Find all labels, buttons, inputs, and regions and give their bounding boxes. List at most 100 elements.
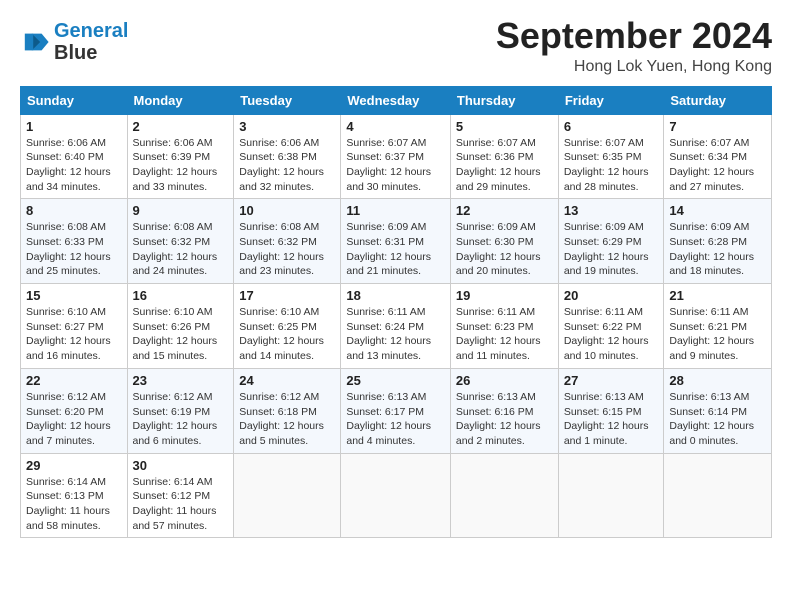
calendar-cell: 23Sunrise: 6:12 AM Sunset: 6:19 PM Dayli… [127,368,234,453]
logo-name: General [54,20,128,42]
day-info: Sunrise: 6:09 AM Sunset: 6:30 PM Dayligh… [456,220,553,279]
calendar-cell: 12 Sunrise: 6:09 AM Sunset: 6:30 PM Dayli… [450,199,558,284]
day-info: Sunrise: 6:07 AM Sunset: 6:34 PM Dayligh… [669,136,766,195]
calendar-cell [450,453,558,538]
day-info: Sunrise: 6:14 AM Sunset: 6:12 PM Dayligh… [133,475,229,534]
calendar-cell [558,453,664,538]
day-number: 11 [346,203,445,218]
day-number: 14 [669,203,766,218]
calendar-cell: 17 Sunrise: 6:10 AM Sunset: 6:25 PM Dayli… [234,284,341,369]
day-info: Sunrise: 6:07 AM Sunset: 6:35 PM Dayligh… [564,136,659,195]
calendar-cell: 11 Sunrise: 6:09 AM Sunset: 6:31 PM Dayli… [341,199,451,284]
weekday-header-row: SundayMondayTuesdayWednesdayThursdayFrid… [21,86,772,114]
calendar-page: General Blue September 2024 Hong Lok Yue… [0,0,792,612]
day-number: 21 [669,288,766,303]
day-info: Sunrise: 6:09 AM Sunset: 6:28 PM Dayligh… [669,220,766,279]
day-number: 5 [456,119,553,134]
day-number: 16 [133,288,229,303]
calendar-cell: 9 Sunrise: 6:08 AM Sunset: 6:32 PM Daylig… [127,199,234,284]
weekday-header-friday: Friday [558,86,664,114]
day-info: Sunrise: 6:06 AM Sunset: 6:39 PM Dayligh… [133,136,229,195]
day-number: 23 [133,373,229,388]
day-info: Sunrise: 6:09 AM Sunset: 6:31 PM Dayligh… [346,220,445,279]
day-info: Sunrise: 6:07 AM Sunset: 6:36 PM Dayligh… [456,136,553,195]
day-number: 25 [346,373,445,388]
calendar-cell: 30 Sunrise: 6:14 AM Sunset: 6:12 PM Dayli… [127,453,234,538]
calendar-cell: 8 Sunrise: 6:08 AM Sunset: 6:33 PM Daylig… [21,199,128,284]
day-number: 6 [564,119,659,134]
calendar-cell: 27 Sunrise: 6:13 AM Sunset: 6:15 PM Dayli… [558,368,664,453]
day-number: 30 [133,458,229,473]
day-info: Sunrise: 6:13 AM Sunset: 6:15 PM Dayligh… [564,390,659,449]
day-number: 1 [26,119,122,134]
day-number: 17 [239,288,335,303]
calendar-week-row: 15 Sunrise: 6:10 AM Sunset: 6:27 PM Dayli… [21,284,772,369]
calendar-cell: 16 Sunrise: 6:10 AM Sunset: 6:26 PM Dayli… [127,284,234,369]
day-info: Sunrise: 6:13 AM Sunset: 6:14 PM Dayligh… [669,390,766,449]
day-number: 26 [456,373,553,388]
day-number: 24 [239,373,335,388]
day-number: 19 [456,288,553,303]
weekday-header-saturday: Saturday [664,86,772,114]
day-info: Sunrise: 6:11 AM Sunset: 6:21 PM Dayligh… [669,305,766,364]
calendar-cell: 1 Sunrise: 6:06 AM Sunset: 6:40 PM Daylig… [21,114,128,199]
calendar-cell: 24 Sunrise: 6:12 AM Sunset: 6:18 PM Dayli… [234,368,341,453]
day-number: 9 [133,203,229,218]
day-info: Sunrise: 6:13 AM Sunset: 6:17 PM Dayligh… [346,390,445,449]
day-number: 12 [456,203,553,218]
day-info: Sunrise: 6:08 AM Sunset: 6:33 PM Dayligh… [26,220,122,279]
day-info: Sunrise: 6:12 AM Sunset: 6:18 PM Dayligh… [239,390,335,449]
calendar-cell: 7 Sunrise: 6:07 AM Sunset: 6:34 PM Daylig… [664,114,772,199]
calendar-cell: 19 Sunrise: 6:11 AM Sunset: 6:23 PM Dayli… [450,284,558,369]
day-info: Sunrise: 6:11 AM Sunset: 6:24 PM Dayligh… [346,305,445,364]
day-number: 8 [26,203,122,218]
month-title: September 2024 [496,16,772,56]
calendar-table: SundayMondayTuesdayWednesdayThursdayFrid… [20,86,772,539]
calendar-cell: 3 Sunrise: 6:06 AM Sunset: 6:38 PM Daylig… [234,114,341,199]
calendar-cell [234,453,341,538]
day-info: Sunrise: 6:11 AM Sunset: 6:23 PM Dayligh… [456,305,553,364]
calendar-cell: 25 Sunrise: 6:13 AM Sunset: 6:17 PM Dayli… [341,368,451,453]
header: General Blue September 2024 Hong Lok Yue… [20,16,772,76]
day-number: 10 [239,203,335,218]
day-number: 27 [564,373,659,388]
day-info: Sunrise: 6:10 AM Sunset: 6:25 PM Dayligh… [239,305,335,364]
day-number: 22 [26,373,122,388]
day-info: Sunrise: 6:10 AM Sunset: 6:26 PM Dayligh… [133,305,229,364]
calendar-week-row: 8 Sunrise: 6:08 AM Sunset: 6:33 PM Daylig… [21,199,772,284]
day-number: 18 [346,288,445,303]
day-number: 20 [564,288,659,303]
weekday-header-wednesday: Wednesday [341,86,451,114]
day-info: Sunrise: 6:06 AM Sunset: 6:40 PM Dayligh… [26,136,122,195]
calendar-week-row: 22Sunrise: 6:12 AM Sunset: 6:20 PM Dayli… [21,368,772,453]
calendar-cell: 14 Sunrise: 6:09 AM Sunset: 6:28 PM Dayli… [664,199,772,284]
calendar-cell: 26Sunrise: 6:13 AM Sunset: 6:16 PM Dayli… [450,368,558,453]
calendar-cell: 2Sunrise: 6:06 AM Sunset: 6:39 PM Daylig… [127,114,234,199]
day-number: 29 [26,458,122,473]
day-info: Sunrise: 6:08 AM Sunset: 6:32 PM Dayligh… [239,220,335,279]
day-info: Sunrise: 6:09 AM Sunset: 6:29 PM Dayligh… [564,220,659,279]
logo: General Blue [20,20,128,64]
day-info: Sunrise: 6:07 AM Sunset: 6:37 PM Dayligh… [346,136,445,195]
calendar-cell: 22Sunrise: 6:12 AM Sunset: 6:20 PM Dayli… [21,368,128,453]
calendar-cell [664,453,772,538]
calendar-cell: 28Sunrise: 6:13 AM Sunset: 6:14 PM Dayli… [664,368,772,453]
calendar-cell: 29 Sunrise: 6:14 AM Sunset: 6:13 PM Dayli… [21,453,128,538]
day-info: Sunrise: 6:06 AM Sunset: 6:38 PM Dayligh… [239,136,335,195]
day-number: 3 [239,119,335,134]
calendar-cell [341,453,451,538]
day-number: 15 [26,288,122,303]
calendar-cell: 13 Sunrise: 6:09 AM Sunset: 6:29 PM Dayli… [558,199,664,284]
calendar-cell: 15 Sunrise: 6:10 AM Sunset: 6:27 PM Dayli… [21,284,128,369]
day-number: 7 [669,119,766,134]
day-info: Sunrise: 6:08 AM Sunset: 6:32 PM Dayligh… [133,220,229,279]
logo-icon [22,28,50,56]
day-info: Sunrise: 6:14 AM Sunset: 6:13 PM Dayligh… [26,475,122,534]
day-info: Sunrise: 6:10 AM Sunset: 6:27 PM Dayligh… [26,305,122,364]
calendar-cell: 10 Sunrise: 6:08 AM Sunset: 6:32 PM Dayli… [234,199,341,284]
day-number: 13 [564,203,659,218]
calendar-cell: 6 Sunrise: 6:07 AM Sunset: 6:35 PM Daylig… [558,114,664,199]
day-info: Sunrise: 6:11 AM Sunset: 6:22 PM Dayligh… [564,305,659,364]
title-block: September 2024 Hong Lok Yuen, Hong Kong [496,16,772,76]
calendar-cell: 21 Sunrise: 6:11 AM Sunset: 6:21 PM Dayli… [664,284,772,369]
